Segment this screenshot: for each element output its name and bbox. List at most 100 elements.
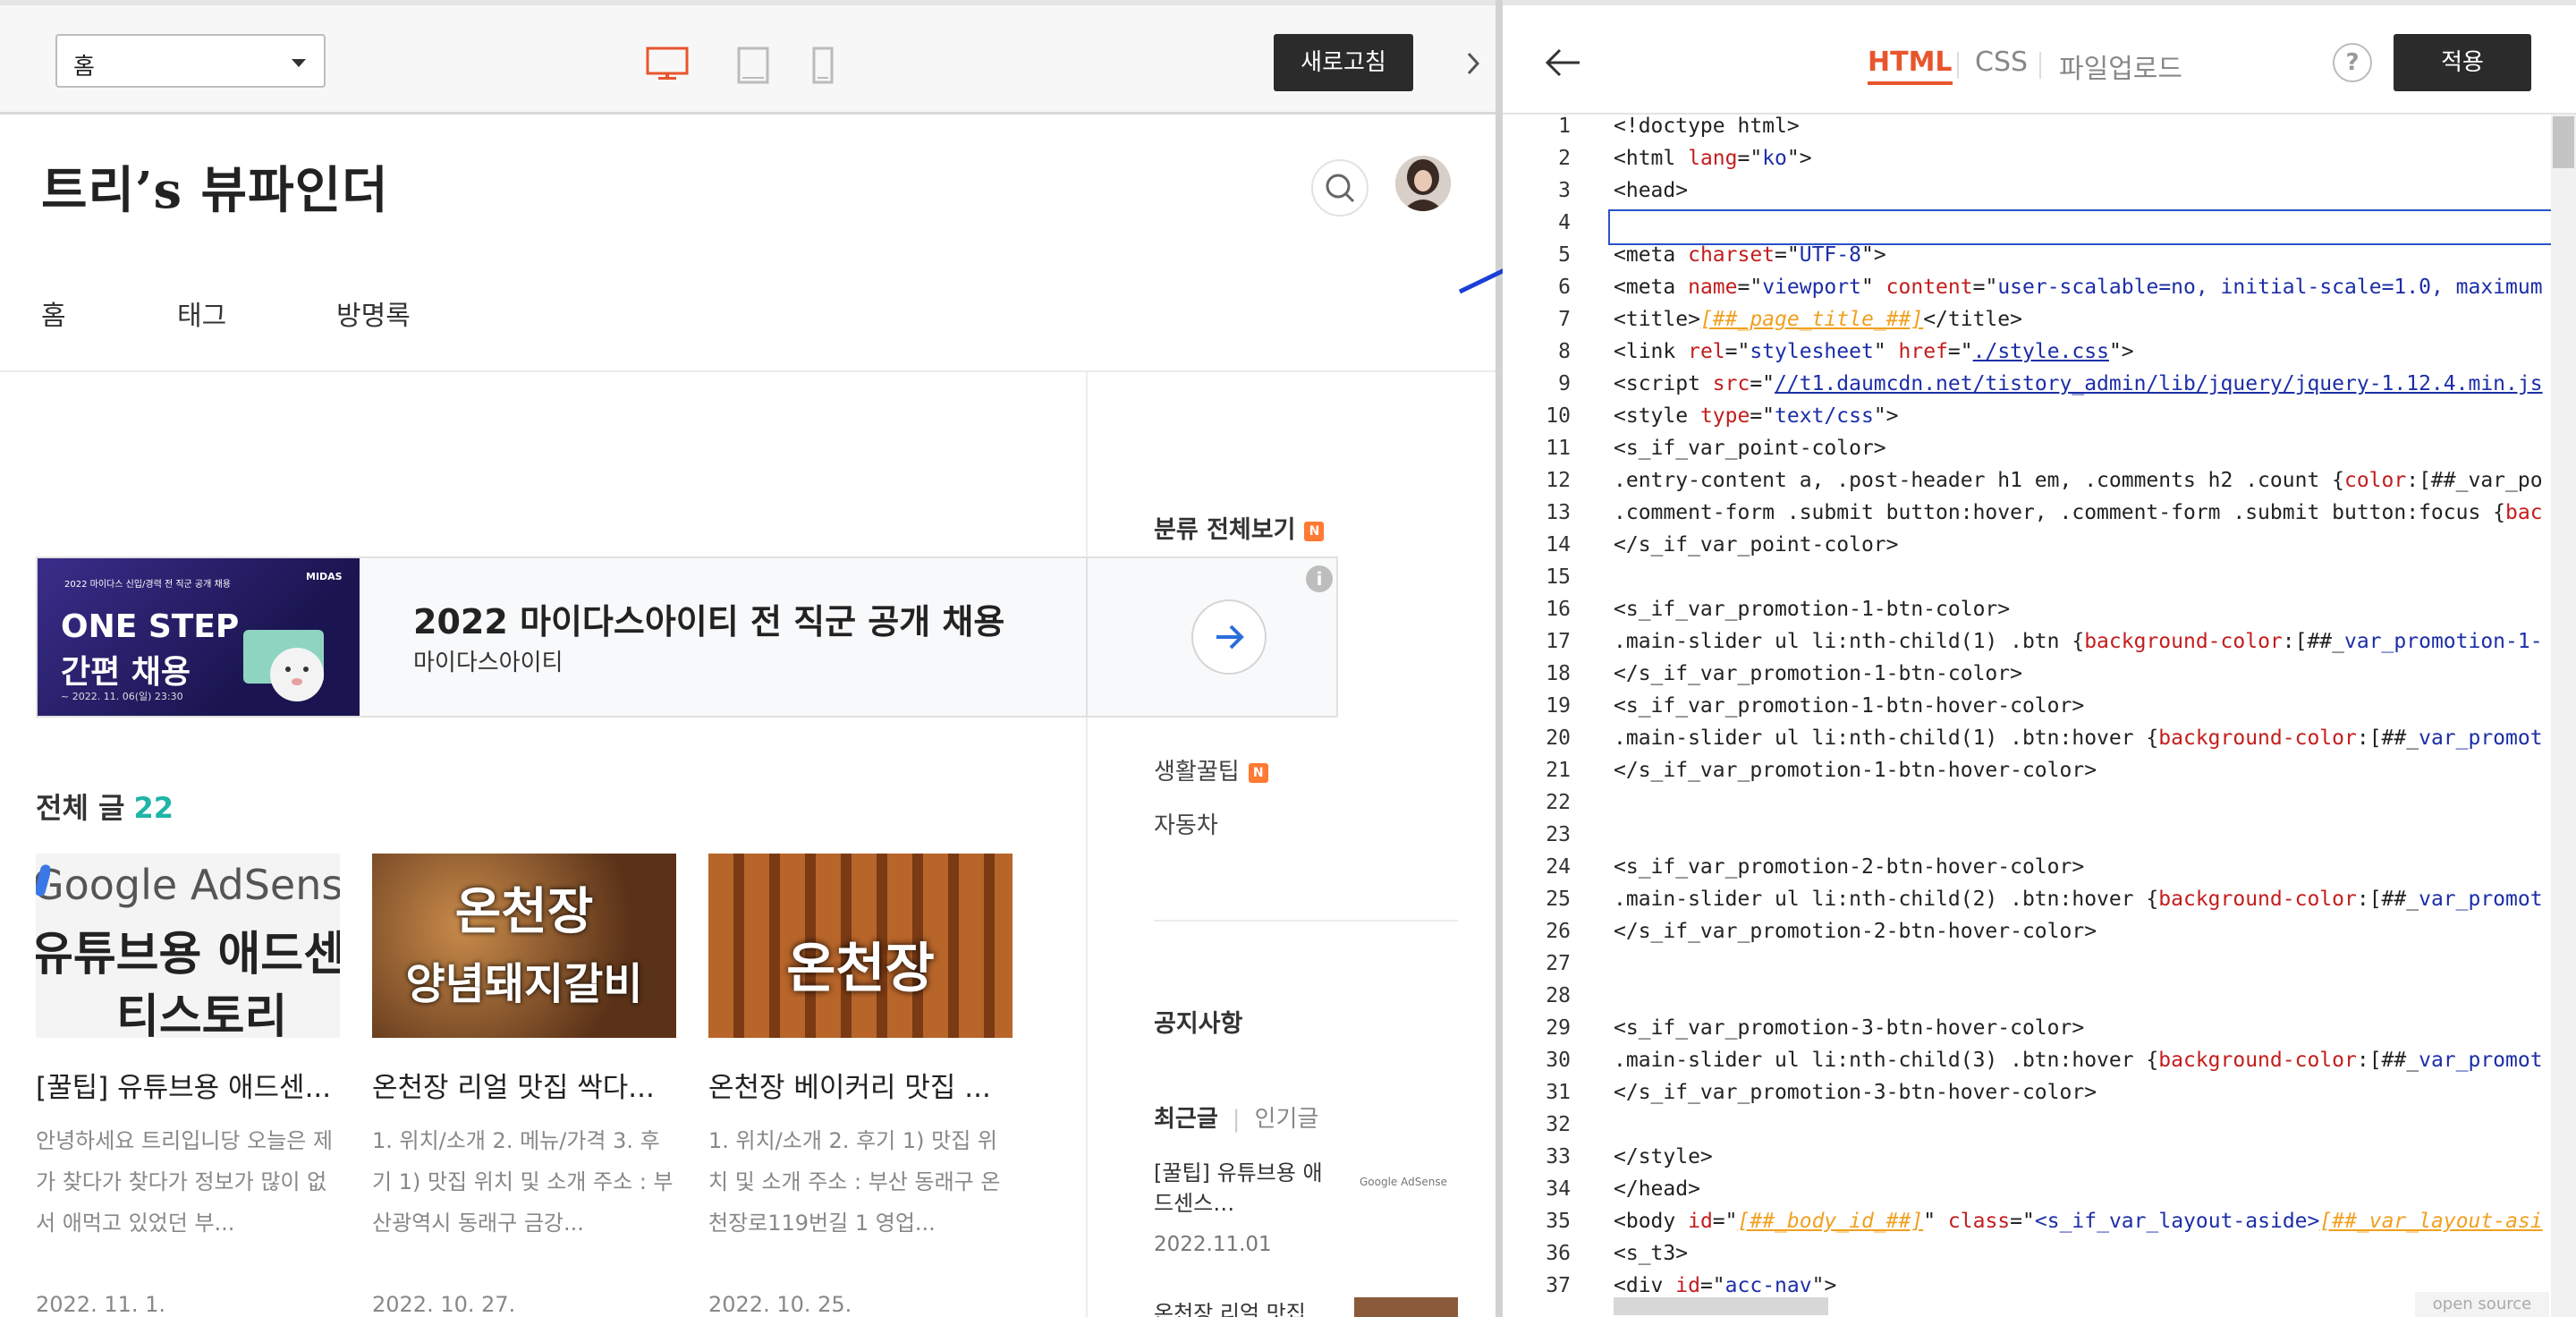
code-token: color	[2343, 469, 2407, 492]
code-line: </head>	[1614, 1177, 1700, 1201]
code-token: </head>	[1614, 1177, 1700, 1201]
thumb-text: 온천장	[454, 883, 594, 941]
ad-go-button[interactable]	[1191, 599, 1267, 675]
open-source-label[interactable]: open source	[2415, 1292, 2549, 1317]
category-item[interactable]: 생활꿀팁 N	[1154, 753, 1268, 786]
tab-css[interactable]: CSS	[1975, 47, 2028, 78]
post-title[interactable]: 온천장 리얼 맛집 싹다...	[372, 1065, 685, 1105]
code-token: var_promot	[2419, 726, 2543, 750]
code-token: :[##_	[2282, 630, 2345, 653]
all-posts-heading: 전체 글 22	[36, 786, 174, 827]
recent-post-date: 2022.11.01	[1154, 1233, 1272, 1256]
code-token: name	[1688, 276, 1738, 299]
code-token: <meta	[1614, 276, 1689, 299]
post-title[interactable]: [꿀팁] 유튜브용 애드센...	[36, 1065, 349, 1105]
post-thumbnail[interactable]: 온천장	[708, 854, 1013, 1038]
recent-post-title[interactable]: [꿀팁] 유튜브용 애드센스…	[1154, 1158, 1333, 1219]
category-all-label: 분류 전체보기	[1154, 516, 1296, 544]
code-token: .entry-content a, .post-header h1 em, .c…	[1614, 469, 2344, 492]
tab-html[interactable]: HTML	[1868, 47, 1953, 85]
blog-title[interactable]: 트리’s 뷰파인더	[41, 150, 389, 223]
code-token: :[##_	[2356, 888, 2419, 911]
line-number: 3	[1558, 179, 1571, 202]
refresh-button[interactable]: 새로고침	[1274, 34, 1413, 91]
mobile-view-icon[interactable]	[812, 47, 834, 84]
recent-post-title[interactable]: 온천장 리얼 맛집	[1154, 1296, 1306, 1317]
avatar[interactable]	[1395, 156, 1451, 211]
code-token: <div	[1614, 1274, 1676, 1297]
chevron-right-icon[interactable]	[1458, 32, 1490, 95]
ad-headline[interactable]: 2022 마이다스아이티 전 직군 공개 채용	[413, 594, 1004, 643]
line-number: 18	[1546, 662, 1571, 685]
code-token: </style>	[1614, 1145, 1713, 1168]
post-title[interactable]: 온천장 베이커리 맛집 ...	[708, 1065, 1021, 1105]
ad-image[interactable]: 2022 마이다스 신입/경력 전 직군 공개 채용 MIDAS ONE STE…	[38, 558, 360, 716]
code-token: .main-slider ul li:nth-child(1) .btn {	[1614, 630, 2085, 653]
line-number: 13	[1546, 501, 1571, 524]
code-line: <s_if_var_promotion-3-btn-hover-color>	[1614, 1016, 2084, 1040]
code-token: ="	[1737, 276, 1763, 299]
sidebar-divider	[1086, 372, 1088, 1317]
code-line: <body id="[##_body_id_##]" class="<s_if_…	[1614, 1210, 2543, 1233]
code-token: ./style.css	[1972, 340, 2109, 363]
tab-recent[interactable]: 최근글	[1154, 1106, 1218, 1133]
pane-splitter[interactable]	[1496, 0, 1503, 1317]
line-number: 31	[1546, 1081, 1571, 1104]
nav-item-guestbook[interactable]: 방명록	[336, 293, 411, 333]
search-button[interactable]	[1311, 159, 1368, 217]
scrollbar-thumb[interactable]	[2553, 116, 2574, 168]
tab-file-upload[interactable]: 파일업로드	[2059, 47, 2182, 86]
code-token: "	[1923, 1210, 1948, 1233]
back-arrow-icon[interactable]	[1542, 41, 1585, 84]
code-token: :[##_var_po	[2406, 469, 2543, 492]
code-token: UTF-8	[1799, 243, 1861, 267]
thumb-text: 온천장	[786, 938, 935, 1000]
ad-image-brand: MIDAS	[306, 571, 343, 582]
code-token: ="	[2010, 1210, 2035, 1233]
apply-button[interactable]: 적용	[2394, 34, 2531, 91]
tablet-view-icon[interactable]	[737, 47, 769, 84]
code-token: user-scalable=no, initial-scale=1.0, max…	[1997, 276, 2543, 299]
nav-item-home[interactable]: 홈	[41, 293, 66, 333]
code-editor[interactable]: 1 2 3 4 5 6 7 8 9 10 11 12 13 14 15 16 1…	[1503, 115, 2576, 1317]
current-line-highlight	[1608, 209, 2574, 245]
ad-info-icon[interactable]: i	[1306, 565, 1333, 592]
post-excerpt: 1. 위치/소개 2. 메뉴/가격 3. 후기 1) 맛집 위치 및 소개 주소…	[372, 1128, 674, 1236]
tab-popular[interactable]: 인기글	[1255, 1106, 1319, 1133]
notice-heading[interactable]: 공지사항	[1154, 1004, 1242, 1039]
code-token: text/css	[1775, 404, 1874, 428]
code-token: ="	[1737, 147, 1763, 170]
adsense-logo-icon	[36, 864, 50, 896]
code-line: <s_if_var_promotion-2-btn-hover-color>	[1614, 855, 2084, 879]
code-line: .main-slider ul li:nth-child(1) .btn {ba…	[1614, 630, 2543, 653]
code-line: <s_t3>	[1614, 1242, 1688, 1265]
code-token: ">	[1811, 1274, 1837, 1297]
post-thumbnail[interactable]: Google AdSense 유튜브용 애드센스 티스토리	[36, 854, 340, 1038]
ad-banner[interactable]: 2022 마이다스 신입/경력 전 직군 공개 채용 MIDAS ONE STE…	[36, 557, 1338, 718]
vertical-scrollbar[interactable]	[2551, 115, 2576, 1317]
post-thumbnail[interactable]: 온천장 양념돼지갈비	[372, 854, 676, 1038]
category-item[interactable]: 자동차	[1154, 807, 1218, 840]
horizontal-scrollbar-thumb[interactable]	[1614, 1297, 1828, 1315]
page-select-dropdown[interactable]: 홈	[55, 34, 326, 88]
code-token: <s_if_var_layout-aside>	[2034, 1210, 2320, 1233]
chevron-down-icon	[292, 59, 306, 67]
code-token: ">	[1860, 243, 1886, 267]
nav-item-tag[interactable]: 태그	[177, 293, 226, 333]
desktop-view-icon[interactable]	[646, 47, 689, 82]
line-number: 32	[1546, 1113, 1571, 1136]
code-line: <html lang="ko">	[1614, 147, 1812, 170]
code-token: <!doctype html>	[1614, 115, 1800, 138]
line-number: 11	[1546, 437, 1571, 460]
help-button[interactable]: ?	[2333, 43, 2372, 82]
line-number: 25	[1546, 888, 1571, 911]
code-token: type	[1699, 404, 1750, 428]
code-token: charset	[1688, 243, 1775, 267]
tab-separator	[1957, 52, 1959, 79]
arrow-right-icon	[1216, 625, 1244, 650]
code-token: "	[1873, 340, 1899, 363]
category-all-link[interactable]: 분류 전체보기 N	[1154, 510, 1325, 545]
recent-post-thumbnail[interactable]: Google AdSense	[1354, 1170, 1458, 1249]
recent-post-thumbnail[interactable]	[1354, 1297, 1458, 1317]
line-number: 1	[1558, 115, 1571, 138]
